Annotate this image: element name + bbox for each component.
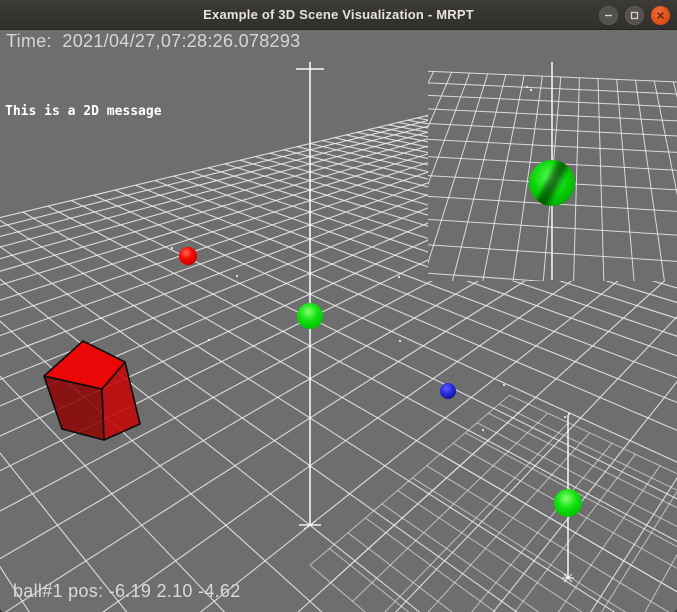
window-title: Example of 3D Scene Visualization - MRPT [203,7,474,22]
center-green-ball [297,303,323,329]
window-controls [599,0,670,30]
inset-viewport[interactable] [428,58,677,281]
right-green-ball [554,489,582,517]
main-viewport[interactable]: Time: 2021/04/27,07:28:26.078293 This is… [0,30,677,612]
close-button[interactable] [651,5,670,25]
maximize-button[interactable] [625,5,644,25]
red-ball [179,247,197,265]
minimize-button[interactable] [599,5,618,25]
blue-ball [440,383,456,399]
inset-green-sphere [529,160,575,206]
hud-time-text: Time: 2021/04/27,07:28:26.078293 [6,31,301,51]
window-titlebar[interactable]: Example of 3D Scene Visualization - MRPT [0,0,677,30]
hud-ball-status: ball#1 pos: -6.19 2.10 -4.62 [13,581,241,601]
maximize-icon [630,11,639,19]
close-icon [657,11,664,19]
hud-2d-message: This is a 2D message [5,104,162,119]
mrpt-window: Example of 3D Scene Visualization - MRPT [0,0,677,612]
minimize-icon [605,14,612,16]
